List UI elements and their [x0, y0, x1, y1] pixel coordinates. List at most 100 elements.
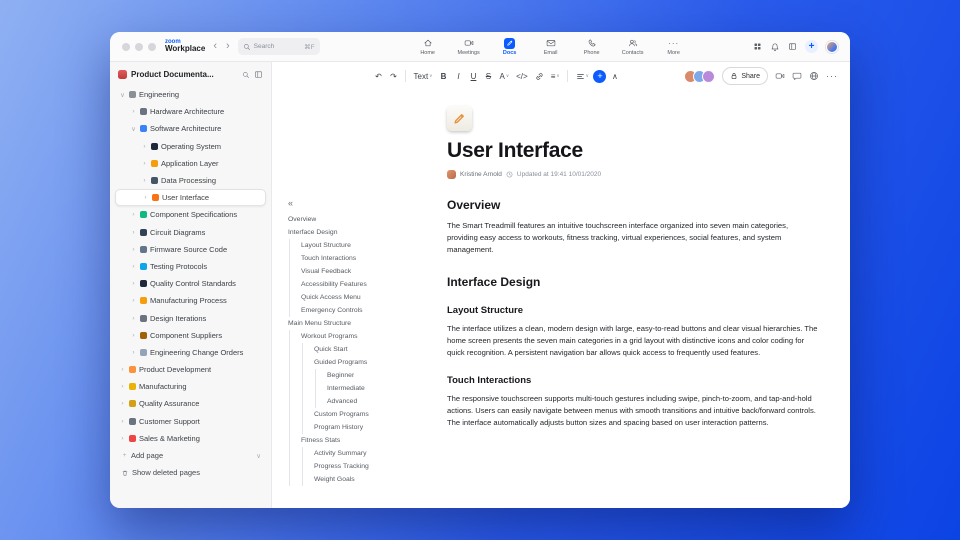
sidebar-item-engineering[interactable]: ∨ Engineering	[115, 86, 266, 103]
sidebar-item-quality-control-standards[interactable]: › Quality Control Standards	[115, 275, 266, 292]
sidebar-item-application-layer[interactable]: › Application Layer	[115, 155, 266, 172]
sidebar-item-engineering-change-orders[interactable]: › Engineering Change Orders	[115, 344, 266, 361]
notifications-icon[interactable]	[770, 42, 780, 52]
chevron-right-icon[interactable]: ›	[130, 349, 137, 356]
chevron-right-icon[interactable]: ›	[141, 143, 148, 150]
outline-item-emergency-controls[interactable]: Emergency Controls	[286, 304, 438, 317]
outline-item-workout-programs[interactable]: Workout Programs	[286, 330, 438, 343]
globe-button[interactable]	[809, 71, 819, 81]
chevron-down-icon[interactable]: ∨	[256, 452, 261, 460]
sidebar-item-user-interface[interactable]: › User Interface	[115, 189, 266, 207]
more-button[interactable]: ···	[826, 71, 838, 81]
sidebar-item-circuit-diagrams[interactable]: › Circuit Diagrams	[115, 224, 266, 241]
new-button[interactable]: +	[805, 40, 818, 53]
italic-button[interactable]: I	[452, 68, 465, 84]
outline-item-intermediate[interactable]: Intermediate	[286, 382, 438, 395]
sidebar-item-software-architecture[interactable]: ∨ Software Architecture	[115, 120, 266, 137]
outline-item-weight-goals[interactable]: Weight Goals	[286, 473, 438, 486]
chevron-right-icon[interactable]: ›	[130, 229, 137, 236]
video-button[interactable]	[775, 71, 785, 81]
outline-item-visual-feedback[interactable]: Visual Feedback	[286, 265, 438, 278]
chevron-right-icon[interactable]: ›	[142, 194, 149, 201]
minimize-button[interactable]	[135, 42, 143, 51]
outline-item-interface-design[interactable]: Interface Design	[286, 226, 438, 239]
chevron-down-icon[interactable]: ∨	[130, 125, 137, 133]
chevron-right-icon[interactable]: ›	[119, 400, 126, 407]
outline-item-main-menu-structure[interactable]: Main Menu Structure	[286, 317, 438, 330]
outline-item-program-history[interactable]: Program History	[286, 421, 438, 434]
chevron-right-icon[interactable]: ›	[119, 366, 126, 373]
chevron-right-icon[interactable]: ›	[130, 246, 137, 253]
chevron-down-icon[interactable]: ∨	[119, 91, 126, 99]
chevron-right-icon[interactable]: ›	[130, 263, 137, 270]
sidebar-item-customer-support[interactable]: › Customer Support	[115, 413, 266, 430]
sidebar-item-quality-assurance[interactable]: › Quality Assurance	[115, 395, 266, 412]
chevron-right-icon[interactable]: ›	[130, 108, 137, 115]
add-page-button[interactable]: + Add page ∨	[115, 447, 266, 464]
code-button[interactable]: </>	[514, 68, 531, 84]
chevron-right-icon[interactable]: ›	[130, 315, 137, 322]
chevron-right-icon[interactable]: ›	[119, 418, 126, 425]
tab-phone[interactable]: Phone	[573, 36, 611, 58]
outline-item-fitness-stats[interactable]: Fitness Stats	[286, 434, 438, 447]
tab-docs[interactable]: Docs	[491, 36, 529, 58]
outline-item-touch-interactions[interactable]: Touch Interactions	[286, 252, 438, 265]
outline-item-beginner[interactable]: Beginner	[286, 369, 438, 382]
user-avatar[interactable]	[826, 40, 838, 53]
outline-item-quick-start[interactable]: Quick Start	[286, 343, 438, 356]
sidebar-item-product-development[interactable]: › Product Development	[115, 361, 266, 378]
side-panel-icon[interactable]	[788, 42, 797, 51]
chevron-right-icon[interactable]: ›	[130, 332, 137, 339]
share-button[interactable]: Share	[722, 67, 768, 85]
sidebar-item-sales-marketing[interactable]: › Sales & Marketing	[115, 430, 266, 447]
collapse-sidebar-icon[interactable]	[254, 70, 263, 79]
tab-home[interactable]: Home	[409, 36, 447, 58]
outline-item-advanced[interactable]: Advanced	[286, 395, 438, 408]
tab-contacts[interactable]: Contacts	[614, 36, 652, 58]
outline-item-accessibility-features[interactable]: Accessibility Features	[286, 278, 438, 291]
tab-meetings[interactable]: Meetings	[450, 36, 488, 58]
outline-item-guided-programs[interactable]: Guided Programs	[286, 356, 438, 369]
sidebar-item-testing-protocols[interactable]: › Testing Protocols	[115, 258, 266, 275]
sidebar-item-operating-system[interactable]: › Operating System	[115, 138, 266, 155]
collapse-toolbar-button[interactable]: ∧	[608, 68, 621, 84]
chevron-right-icon[interactable]: ›	[130, 211, 137, 218]
chevron-right-icon[interactable]: ›	[119, 383, 126, 390]
sidebar-item-hardware-architecture[interactable]: › Hardware Architecture	[115, 103, 266, 120]
insert-button[interactable]: +	[593, 69, 607, 83]
strikethrough-button[interactable]: S	[482, 68, 495, 84]
chevron-right-icon[interactable]: ›	[119, 435, 126, 442]
underline-button[interactable]: U	[467, 68, 480, 84]
text-color-button[interactable]: A ∨	[497, 68, 512, 84]
text-style-select[interactable]: Text ∨	[411, 68, 435, 84]
link-button[interactable]	[532, 68, 546, 84]
collaborator-avatar[interactable]	[702, 69, 716, 83]
align-button[interactable]: ∨	[573, 68, 591, 84]
sidebar-search-icon[interactable]	[242, 71, 250, 79]
outline-item-custom-programs[interactable]: Custom Programs	[286, 408, 438, 421]
chevron-right-icon[interactable]: ›	[130, 297, 137, 304]
forward-button[interactable]: ›	[225, 41, 231, 52]
tab-more[interactable]: ··· More	[655, 36, 693, 58]
chevron-right-icon[interactable]: ›	[141, 160, 148, 167]
outline-item-overview[interactable]: Overview	[286, 213, 438, 226]
search-input[interactable]: Search ⌘F	[237, 38, 320, 55]
chevron-right-icon[interactable]: ›	[141, 177, 148, 184]
sidebar-item-manufacturing[interactable]: › Manufacturing	[115, 378, 266, 395]
sidebar-item-design-iterations[interactable]: › Design Iterations	[115, 309, 266, 326]
back-button[interactable]: ‹	[212, 41, 218, 52]
apps-icon[interactable]	[753, 42, 762, 51]
sidebar-item-component-suppliers[interactable]: › Component Suppliers	[115, 327, 266, 344]
sidebar-item-manufacturing-process[interactable]: › Manufacturing Process	[115, 292, 266, 309]
sidebar-item-data-processing[interactable]: › Data Processing	[115, 172, 266, 189]
redo-button[interactable]: ↷	[387, 68, 400, 84]
list-button[interactable]: ≡ ∨	[548, 68, 562, 84]
sidebar-item-component-specifications[interactable]: › Component Specifications	[115, 206, 266, 223]
outline-item-quick-access-menu[interactable]: Quick Access Menu	[286, 291, 438, 304]
outline-item-progress-tracking[interactable]: Progress Tracking	[286, 460, 438, 473]
page-emoji-icon[interactable]	[447, 106, 472, 131]
sidebar-item-firmware-source-code[interactable]: › Firmware Source Code	[115, 241, 266, 258]
outline-item-activity-summary[interactable]: Activity Summary	[286, 447, 438, 460]
zoom-window-button[interactable]	[148, 42, 156, 51]
bold-button[interactable]: B	[437, 68, 450, 84]
